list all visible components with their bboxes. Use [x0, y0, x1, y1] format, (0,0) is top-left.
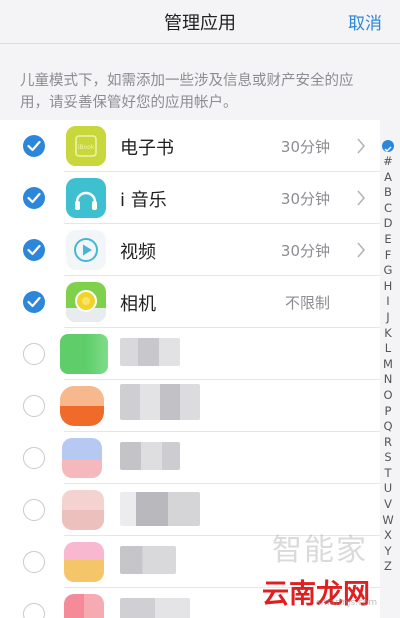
- index-letter[interactable]: B: [378, 185, 398, 201]
- checkbox-checked[interactable]: [23, 291, 45, 313]
- checkbox-unchecked[interactable]: [23, 447, 45, 469]
- checkbox-checked[interactable]: [23, 135, 45, 157]
- chevron-right-icon[interactable]: [356, 241, 366, 259]
- app-name: i 音乐: [120, 190, 167, 211]
- app-icon-obscured: [62, 438, 102, 478]
- index-letter[interactable]: V: [378, 497, 398, 513]
- index-letter[interactable]: E: [378, 232, 398, 248]
- list-item[interactable]: i 音乐 30分钟: [0, 172, 380, 224]
- ebook-icon: iBook: [66, 126, 106, 166]
- app-name-obscured: [120, 338, 180, 366]
- checkbox-unchecked[interactable]: [23, 395, 45, 417]
- index-letter[interactable]: T: [378, 466, 398, 482]
- checkbox-unchecked[interactable]: [23, 499, 45, 521]
- app-name-obscured: [120, 546, 176, 574]
- app-icon-obscured: [60, 386, 104, 426]
- checkbox-unchecked[interactable]: [23, 551, 45, 573]
- app-name-obscured: [120, 598, 190, 618]
- app-icon-obscured: [64, 594, 104, 618]
- index-letter[interactable]: P: [378, 404, 398, 420]
- index-letter[interactable]: M: [378, 357, 398, 373]
- watermark-text: 智能家: [272, 533, 368, 568]
- index-letter[interactable]: Q: [378, 419, 398, 435]
- index-letter[interactable]: U: [378, 481, 398, 497]
- index-letter[interactable]: S: [378, 450, 398, 466]
- list-item[interactable]: [0, 432, 380, 484]
- list-item[interactable]: 相机 不限制: [0, 276, 380, 328]
- app-icon-obscured: [62, 490, 104, 530]
- index-letter[interactable]: K: [378, 326, 398, 342]
- chevron-right-icon[interactable]: [356, 189, 366, 207]
- checkmark-icon: [27, 296, 41, 308]
- watermark-url: smartnjs.com: [316, 598, 378, 608]
- page-title: 管理应用: [164, 13, 236, 34]
- checkbox-checked[interactable]: [23, 187, 45, 209]
- index-letter[interactable]: N: [378, 372, 398, 388]
- time-limit: 不限制: [284, 294, 330, 312]
- notice-text: 儿童模式下，如需添加一些涉及信息或财产安全的应用，请妥善保管好您的应用帐户。: [20, 73, 354, 111]
- checkmark-icon: [27, 244, 41, 256]
- time-limit: 30分钟: [280, 190, 330, 208]
- index-letter[interactable]: D: [378, 216, 398, 232]
- chevron-right-icon[interactable]: [356, 137, 366, 155]
- app-icon-obscured: [64, 542, 104, 582]
- app-name-obscured: [120, 442, 180, 470]
- list-item[interactable]: [0, 380, 380, 432]
- index-letter[interactable]: L: [378, 341, 398, 357]
- list-item[interactable]: iBook 电子书 30分钟: [0, 120, 380, 172]
- checkbox-checked[interactable]: [23, 239, 45, 261]
- header-bar: 管理应用 取消: [0, 0, 400, 44]
- app-name: 电子书: [120, 138, 174, 159]
- index-letter[interactable]: Z: [378, 559, 398, 575]
- music-icon: [66, 178, 106, 218]
- index-letter[interactable]: Y: [378, 544, 398, 560]
- checkmark-icon: [27, 140, 41, 152]
- index-letter[interactable]: X: [378, 528, 398, 544]
- app-name: 相机: [120, 294, 156, 315]
- camera-icon: [66, 282, 106, 322]
- index-letter[interactable]: O: [378, 388, 398, 404]
- index-letter[interactable]: W: [378, 513, 398, 529]
- list-item[interactable]: [0, 328, 380, 380]
- index-letter[interactable]: F: [378, 248, 398, 264]
- video-icon: [66, 230, 106, 270]
- index-letter[interactable]: G: [378, 263, 398, 279]
- index-letter[interactable]: C: [378, 201, 398, 217]
- svg-text:iBook: iBook: [78, 144, 95, 151]
- alphabet-index-bar[interactable]: # A B C D E F G H I J K L M N O P Q R S …: [378, 140, 398, 575]
- index-letter[interactable]: #: [378, 154, 398, 170]
- cancel-button[interactable]: 取消: [348, 9, 382, 34]
- app-name-obscured: [120, 492, 200, 526]
- index-letter[interactable]: I: [378, 294, 398, 310]
- checkmark-icon: [27, 192, 41, 204]
- index-letter[interactable]: J: [378, 310, 398, 326]
- time-limit: 30分钟: [280, 138, 330, 156]
- app-icon-obscured: [60, 334, 108, 374]
- time-limit: 30分钟: [280, 242, 330, 260]
- checkbox-unchecked[interactable]: [23, 343, 45, 365]
- index-letter[interactable]: A: [378, 170, 398, 186]
- app-name: 视频: [120, 242, 156, 263]
- index-letter[interactable]: R: [378, 435, 398, 451]
- search-index-icon[interactable]: [382, 140, 394, 152]
- checkbox-unchecked[interactable]: [23, 603, 45, 618]
- list-item[interactable]: 视频 30分钟: [0, 224, 380, 276]
- app-name-obscured: [120, 384, 200, 420]
- index-letter[interactable]: H: [378, 279, 398, 295]
